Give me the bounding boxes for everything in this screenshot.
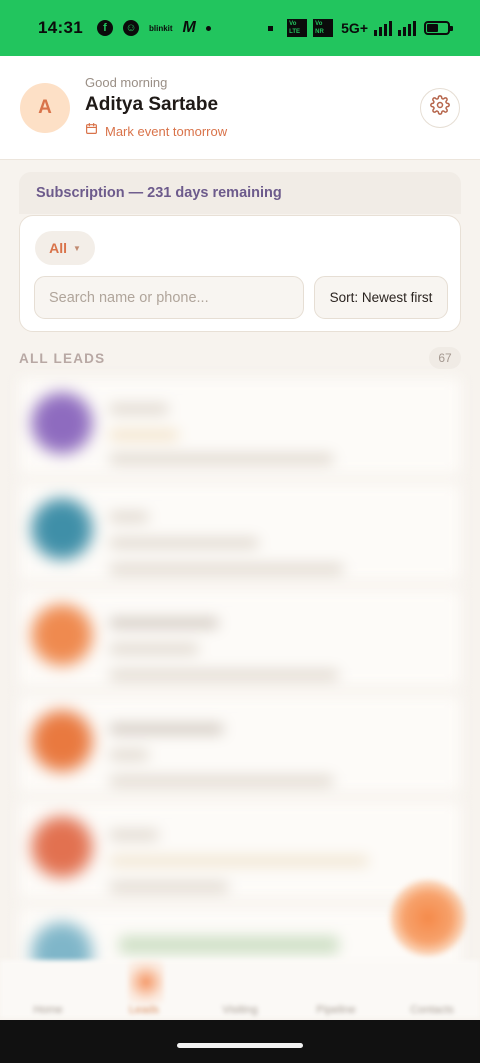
lead-name-placeholder <box>109 404 169 414</box>
lead-tag-placeholder <box>109 644 199 654</box>
caret-down-icon: ▼ <box>72 243 81 253</box>
myntra-icon: M <box>182 19 196 36</box>
lead-name-placeholder <box>109 512 149 522</box>
subscription-text: Subscription — 231 days remaining <box>36 185 282 201</box>
user-avatar[interactable]: A <box>20 82 70 133</box>
lead-detail-placeholder <box>109 670 339 680</box>
lead-name-placeholder <box>109 830 159 840</box>
subscription-banner[interactable]: Subscription — 231 days remaining <box>19 172 461 214</box>
lead-row[interactable] <box>19 484 461 580</box>
nav-item-home[interactable]: Home <box>8 1004 88 1016</box>
sim1-volte-icon: Vo LTE <box>287 19 308 37</box>
sim2-vonr-icon: Vo NR <box>313 19 334 37</box>
system-gesture-area <box>0 1020 480 1063</box>
lead-tag-placeholder <box>109 856 369 866</box>
notification-icons: f ☺ blinkit M <box>96 19 211 37</box>
signal-strength-icon <box>374 20 392 36</box>
app-header: A Good morning Aditya Sartabe Mark event… <box>0 56 480 160</box>
lead-row[interactable] <box>19 696 461 792</box>
status-filter-chip[interactable]: All ▼ <box>35 231 95 265</box>
bottom-nav: Home Leads Visiting Pipeline Contacts <box>0 960 480 1018</box>
nav-active-indicator <box>128 960 164 1004</box>
lead-avatar <box>29 602 95 668</box>
lead-name-placeholder <box>109 618 219 628</box>
lead-avatar <box>29 814 95 880</box>
status-filter-label: All <box>49 240 67 256</box>
lead-detail-placeholder <box>109 454 334 464</box>
lead-name-placeholder <box>109 724 224 734</box>
leads-section-header: ALL LEADS 67 <box>19 345 461 371</box>
lead-row[interactable] <box>19 590 461 686</box>
nav-item-leads[interactable]: Leads <box>104 1004 184 1016</box>
status-indicators: Vo LTE Vo NR 5G+ <box>268 19 453 37</box>
greeting: Good morning <box>85 75 168 90</box>
network-type: 5G+ <box>341 20 368 36</box>
add-lead-fab[interactable] <box>390 880 466 956</box>
notification-dot-icon <box>268 25 274 31</box>
calendar-icon <box>85 122 98 140</box>
lead-tag-placeholder <box>109 750 149 760</box>
lead-detail-placeholder <box>109 776 334 786</box>
more-notifications-icon <box>205 25 211 31</box>
event-reminder-text: Mark event tomorrow <box>105 123 228 139</box>
user-name: Aditya Sartabe <box>85 94 219 115</box>
settings-button[interactable] <box>420 87 460 128</box>
battery-icon <box>424 21 453 35</box>
lead-tag-placeholder <box>119 936 339 954</box>
signal-strength-2-icon <box>398 20 416 36</box>
lead-row[interactable] <box>19 802 461 898</box>
sort-button[interactable]: Sort: Newest first <box>314 276 448 319</box>
lead-avatar <box>29 496 95 562</box>
search-input[interactable] <box>34 276 304 319</box>
lead-tag-placeholder <box>109 430 179 440</box>
header-text: Good morning Aditya Sartabe Mark event t… <box>85 75 227 140</box>
filter-card: All ▼ Sort: Newest first <box>19 215 461 332</box>
nav-item-contacts[interactable]: Contacts <box>392 1004 472 1016</box>
lead-detail-placeholder <box>109 564 344 574</box>
lead-tag-placeholder <box>109 538 259 548</box>
lead-row[interactable] <box>19 378 461 474</box>
event-reminder[interactable]: Mark event tomorrow <box>85 122 227 140</box>
status-time: 14:31 <box>38 18 83 37</box>
status-bar: 14:31 f ☺ blinkit M Vo LTE Vo NR 5G+ <box>0 0 480 56</box>
section-title: ALL LEADS <box>19 350 106 366</box>
leads-count-badge: 67 <box>429 347 461 369</box>
lead-avatar <box>29 390 95 456</box>
facebook-icon: f <box>96 20 113 36</box>
lead-avatar <box>29 708 95 774</box>
blinkit-icon: blinkit <box>148 23 173 33</box>
nav-item-pipeline[interactable]: Pipeline <box>296 1004 376 1016</box>
snapchat-icon: ☺ <box>122 20 139 36</box>
gear-icon <box>430 95 450 120</box>
lead-detail-placeholder <box>109 882 229 892</box>
nav-item-visiting[interactable]: Visiting <box>200 1004 280 1016</box>
home-gesture-handle[interactable] <box>177 1043 303 1048</box>
